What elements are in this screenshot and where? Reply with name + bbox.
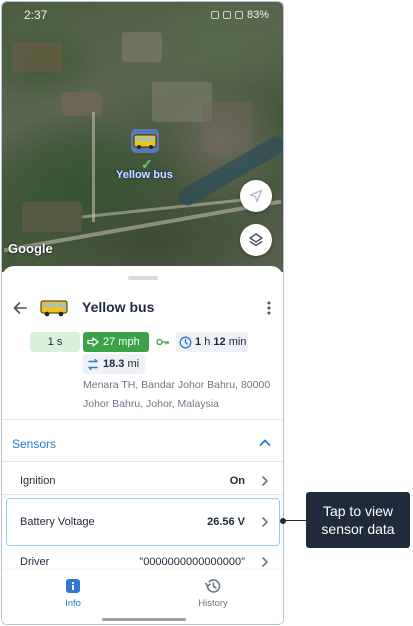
gesture-bar [102, 618, 186, 621]
sensor-label: Battery Voltage [20, 516, 95, 528]
nav-tab-info[interactable]: Info [33, 578, 113, 618]
duration-minutes-unit: min [228, 336, 247, 348]
chevron-right-icon [262, 476, 268, 486]
nav-label-history: History [198, 598, 228, 609]
nav-tab-history[interactable]: History [173, 578, 253, 618]
duration-minutes: 12 [213, 336, 226, 348]
navigation-arrow-icon [249, 189, 263, 203]
unit-header: Yellow bus [2, 296, 283, 320]
unit-info-sheet: Yellow bus 1 s 27 mph 1 h 12 min 18.3 mi… [2, 266, 283, 624]
signal-icon [234, 11, 243, 19]
battery-percent: 83% [246, 9, 269, 21]
duration-chip: 1 h 12 min [176, 332, 248, 352]
locate-button[interactable] [240, 180, 272, 212]
nav-label-info: Info [65, 598, 81, 609]
address-line-2: Johor Bahru, Johor, Malaysia [83, 398, 219, 410]
route-icon [88, 358, 98, 370]
speed-value: 27 mph [103, 336, 140, 348]
wifi-icon [222, 11, 231, 19]
phone-screen: 2:37 83% ✓ Yellow bus Google Yellow bus … [1, 1, 284, 625]
screenshot-stage: 2:37 83% ✓ Yellow bus Google Yellow bus … [0, 0, 413, 626]
back-button[interactable] [10, 298, 30, 318]
bottom-navigation: Info History [2, 570, 283, 624]
satellite-map[interactable]: 2:37 83% ✓ Yellow bus Google [2, 2, 283, 272]
map-marker-label: Yellow bus [116, 169, 173, 181]
more-options-button[interactable] [260, 298, 278, 318]
history-icon [205, 579, 221, 593]
more-vert-icon [267, 301, 271, 315]
sensor-value: "0000000000000000" [139, 556, 245, 568]
arrow-left-icon [13, 302, 27, 314]
chevron-right-icon [262, 517, 268, 527]
callout-dot [280, 517, 286, 524]
unit-name: Yellow bus [82, 299, 155, 315]
distance-unit: mi [127, 358, 140, 370]
last-message-chip: 1 s [30, 332, 80, 352]
bus-marker-icon[interactable] [130, 128, 160, 154]
duration-hours-unit: h [204, 336, 211, 348]
sheet-drag-handle[interactable] [128, 276, 158, 280]
sensor-value: 26.56 V [207, 516, 245, 528]
sensors-title: Sensors [12, 437, 57, 451]
layers-button[interactable] [240, 224, 272, 256]
speed-chip: 27 mph [83, 332, 149, 352]
key-icon [156, 338, 169, 346]
section-divider [2, 419, 283, 420]
ignition-chip [152, 332, 174, 352]
notification-icon [210, 11, 219, 19]
status-icons: 83% [210, 9, 269, 21]
sensors-section-header[interactable]: Sensors [2, 426, 283, 461]
sensor-value: On [229, 475, 245, 487]
info-icon [66, 579, 80, 593]
distance-chip: 18.3 mi [83, 354, 145, 374]
google-logo: Google [8, 241, 53, 256]
unit-address: Menara TH, Bandar Johor Bahru, 80000 Joh… [83, 376, 279, 414]
duration-hours: 1 [195, 336, 202, 348]
callout-tooltip: Tap to view sensor data [306, 492, 410, 548]
sensor-row-battery-voltage[interactable]: Battery Voltage 26.56 V [2, 503, 283, 543]
bus-icon [40, 300, 68, 317]
status-bar: 2:37 83% [2, 2, 283, 28]
sensor-label: Ignition [20, 475, 56, 487]
status-time: 2:37 [24, 8, 48, 22]
row-divider [2, 494, 283, 495]
chevron-right-icon [262, 557, 268, 567]
layers-icon [249, 233, 263, 247]
chevron-up-icon [259, 439, 271, 446]
arrow-right-icon [87, 337, 99, 347]
distance-value: 18.3 [103, 358, 125, 370]
clock-icon [179, 336, 192, 348]
address-line-1: Menara TH, Bandar Johor Bahru, 80000 [83, 379, 271, 391]
sensor-row-ignition[interactable]: Ignition On [2, 462, 283, 502]
sensor-label: Driver [20, 556, 50, 568]
last-message-value: 1 s [47, 336, 63, 348]
